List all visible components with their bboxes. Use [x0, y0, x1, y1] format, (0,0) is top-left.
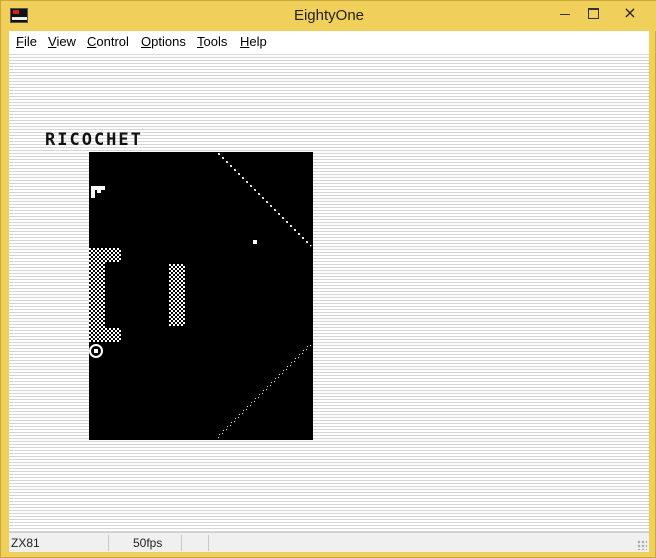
menu-options-key: O [141, 34, 152, 49]
target-icon [89, 344, 103, 358]
menu-file-rest: ile [23, 34, 37, 49]
menu-view-rest: iew [56, 34, 76, 49]
brick-column-middle [169, 264, 185, 326]
resize-grip-icon[interactable] [637, 540, 647, 550]
brick-column-left [89, 262, 105, 328]
game-title: RICOCHET [45, 130, 143, 150]
status-fps: 50fps [133, 536, 163, 550]
menu-help-key: H [240, 34, 250, 49]
menu-control[interactable]: Control [87, 34, 129, 49]
menu-file[interactable]: File [16, 34, 37, 49]
emulator-window: EightyOne × File View Control Options To… [0, 0, 656, 558]
status-divider [181, 535, 182, 551]
status-divider [208, 535, 209, 551]
menu-control-rest: ontrol [96, 34, 129, 49]
emulator-display[interactable]: RICOCHET [9, 52, 649, 532]
menu-tools-rest: ools [203, 34, 228, 49]
status-divider [108, 535, 109, 551]
game-graphics [89, 152, 312, 439]
menu-help[interactable]: Help [240, 34, 267, 49]
menu-options-rest: ptions [151, 34, 186, 49]
minimize-button[interactable] [551, 1, 579, 25]
maximize-button[interactable] [579, 1, 607, 25]
menu-file-key: F [16, 34, 24, 49]
game-screen[interactable] [89, 152, 313, 440]
close-icon: × [623, 3, 637, 22]
menu-control-key: C [87, 34, 97, 49]
title-bar[interactable]: EightyOne × [1, 1, 656, 31]
launcher-icon [91, 186, 105, 198]
upper-diagonal-wall [216, 152, 312, 247]
menu-tools[interactable]: Tools [197, 34, 227, 49]
brick-top [89, 248, 121, 262]
menu-options[interactable]: Options [141, 34, 186, 49]
brick-bottom [89, 328, 121, 342]
close-button[interactable]: × [607, 1, 653, 25]
status-machine: ZX81 [11, 536, 40, 550]
lower-diagonal-wall [216, 343, 312, 439]
status-bar: ZX81 50fps [9, 532, 649, 552]
ball [253, 240, 257, 244]
menu-view[interactable]: View [48, 34, 76, 49]
menu-help-rest: elp [249, 34, 267, 49]
menu-bar: File View Control Options Tools Help [9, 31, 649, 52]
